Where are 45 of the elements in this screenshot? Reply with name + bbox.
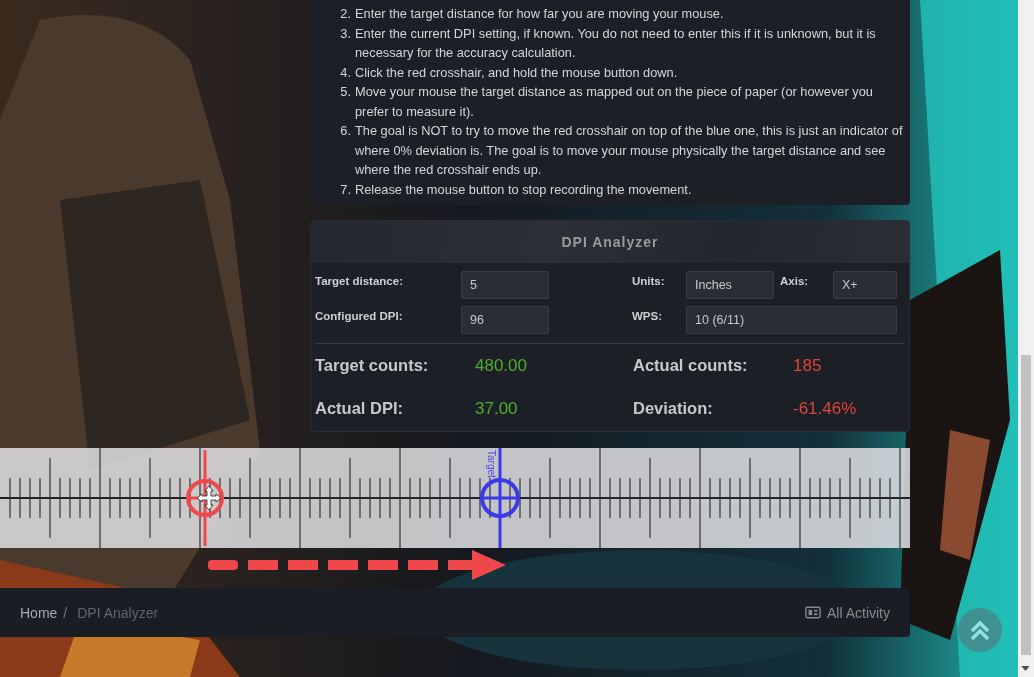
crosshair-handle[interactable] (186, 450, 224, 546)
step-text: Move your mouse the target distance as mapped out on the piece of paper (or however you prefer to measure it). (355, 83, 874, 121)
breadcrumb-item[interactable]: Home (20, 604, 58, 621)
input-field[interactable]: 5 (461, 271, 549, 299)
step-text: Release the mouse button to stop recording the movement. (355, 180, 693, 199)
all-activity-link[interactable]: All Activity (805, 604, 890, 621)
result-label: Deviation: (633, 399, 714, 418)
move-cursor-icon (196, 485, 222, 511)
step-number: 2. (339, 5, 352, 23)
result-label: Actual counts: (633, 356, 749, 375)
panel-title: DPI Analyzer (561, 234, 659, 250)
step-text: Enter the current DPI setting, if known. You do not need to enter this if it is unknown, but it is necessary for the accuracy calculation. (355, 24, 877, 62)
step-number: 3. (339, 24, 352, 43)
step-text: Click the red crosshair, and hold the mouse button down. (355, 63, 679, 82)
scroll-to-top-button[interactable] (958, 608, 1002, 652)
step-number: 7. (339, 180, 352, 199)
input-field[interactable]: Inches (686, 271, 774, 299)
field-label: Axis: (779, 274, 810, 287)
target-crosshair-icon (480, 448, 520, 548)
field-label: WPS: (632, 309, 664, 322)
result-label: Actual DPI: (315, 399, 404, 418)
step-number: 6. (339, 122, 352, 140)
input-field[interactable]: X+ (833, 271, 897, 299)
result-label: Target counts: (315, 356, 430, 375)
field-label: Configured DPI: (315, 309, 404, 322)
scrollbar[interactable] (1018, 0, 1034, 677)
field-label: Target distance: (315, 274, 404, 287)
scrollbar-thumb[interactable] (1021, 355, 1031, 655)
step-number: 4. (339, 63, 352, 82)
field-label: Units: (632, 274, 666, 287)
scroll-down-icon[interactable] (1021, 666, 1030, 671)
result-value: 185 (793, 355, 823, 376)
double-chevron-up-icon (968, 618, 992, 642)
breadcrumb-item: DPI Analyzer (77, 604, 159, 621)
step-text: The goal is NOT to try to move the red crosshair on top of the blue one, this is just an indicator of where 0% deviation is. The goal is to move your mouse physically the target distance and see where the red crosshair ends up. (355, 122, 904, 179)
target-label: Target (486, 450, 497, 478)
result-value: -61.46% (793, 398, 858, 419)
input-field[interactable]: 10 (6/11) (686, 306, 897, 334)
breadcrumb-separator: / (63, 604, 68, 621)
activity-icon (805, 606, 821, 619)
result-value: 37.00 (475, 398, 519, 419)
input-field[interactable]: 96 (461, 306, 549, 334)
result-value: 480.00 (475, 355, 528, 376)
step-number: 5. (339, 83, 352, 101)
step-text: Enter the target distance for how far you are moving your mouse. (355, 5, 725, 23)
